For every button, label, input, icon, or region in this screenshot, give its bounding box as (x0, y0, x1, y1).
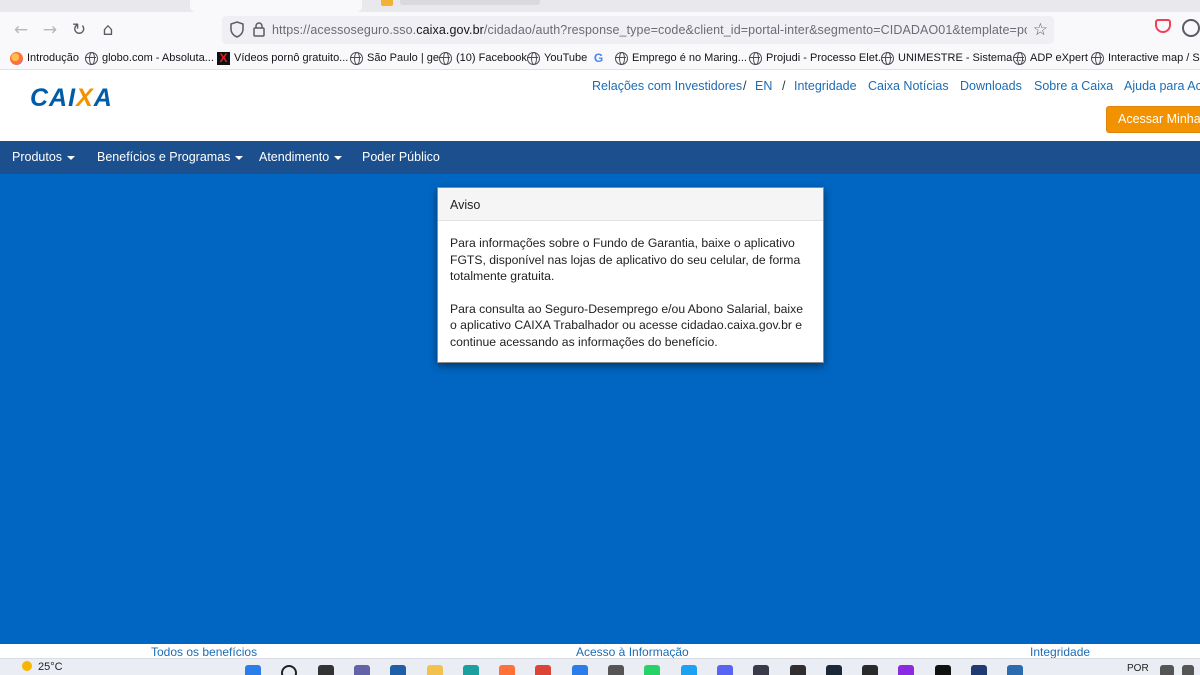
caixa-logo[interactable]: CAIXA (30, 84, 113, 113)
link-downloads[interactable]: Downloads (960, 79, 1022, 93)
globe-icon (85, 51, 98, 65)
tracking-shield-icon[interactable] (230, 21, 244, 38)
bookmark-item[interactable]: G (592, 50, 609, 66)
globe-icon (1091, 51, 1104, 65)
file-explorer-icon[interactable] (427, 665, 443, 675)
menu-produtos[interactable]: Produtos (12, 150, 76, 164)
site-footer: Todos os benefícios Acesso à Informação … (0, 644, 1200, 658)
link-caixa-noticias[interactable]: Caixa Notícias (868, 79, 949, 93)
settings-icon[interactable] (608, 665, 624, 675)
bookmark-item[interactable]: globo.com - Absoluta... (85, 50, 214, 66)
globe-icon (439, 51, 452, 65)
bookmark-item[interactable]: X Vídeos pornô gratuito... (217, 50, 348, 66)
search-icon[interactable] (281, 665, 297, 675)
active-tab[interactable] (190, 0, 362, 12)
bookmark-item[interactable]: UNIMESTRE - Sistema ... (881, 50, 1025, 66)
menu-atendimento[interactable]: Atendimento (259, 150, 343, 164)
teams-icon[interactable] (354, 665, 370, 675)
globe-icon (615, 51, 628, 65)
tab-strip (0, 0, 1200, 12)
address-bar[interactable]: https://acessoseguro.sso.caixa.gov.br/ci… (222, 16, 1054, 44)
footer-link-beneficios[interactable]: Todos os benefícios (151, 645, 257, 658)
steam-icon[interactable] (826, 665, 842, 675)
windows-start-icon[interactable] (245, 665, 261, 675)
firefox-icon[interactable] (499, 665, 515, 675)
dialog-paragraph-fgts: Para informações sobre o Fundo de Garant… (450, 236, 801, 283)
reload-icon[interactable]: ↻ (68, 19, 90, 41)
link-separator: / (743, 79, 747, 93)
url-text[interactable]: https://acessoseguro.sso.caixa.gov.br/ci… (272, 23, 1027, 37)
main-menu: Produtos Benefícios e Programas Atendime… (0, 141, 1200, 174)
site-header: CAIXA Relações com Investidores / EN / I… (0, 70, 1200, 141)
bookmark-item[interactable]: ADP eXpert (1013, 50, 1088, 66)
tab-favicon-icon (381, 0, 393, 6)
store-icon[interactable] (572, 665, 588, 675)
globe-icon (881, 51, 894, 65)
sun-icon (22, 661, 32, 671)
app-icon[interactable] (753, 665, 769, 675)
menu-beneficios[interactable]: Benefícios e Programas (97, 150, 244, 164)
link-investidores[interactable]: Relações com Investidores (592, 79, 742, 93)
globe-icon (749, 51, 762, 65)
circle-app-icon[interactable] (898, 665, 914, 675)
account-icon[interactable] (1182, 19, 1200, 37)
dialog-title: Aviso (438, 188, 823, 221)
bug-icon[interactable] (1007, 665, 1023, 675)
link-en[interactable]: EN (755, 79, 772, 93)
volume-icon[interactable] (1182, 665, 1194, 675)
dialog-paragraph-seguro: Para consulta ao Seguro-Desemprego e/ou … (450, 301, 803, 349)
network-icon[interactable] (1160, 665, 1174, 675)
browser-toolbar: ← → ↻ ⌂ https://acessoseguro.sso.caixa.g… (0, 12, 1200, 46)
language-indicator[interactable]: POR (1127, 663, 1149, 674)
whatsapp-icon[interactable] (644, 665, 660, 675)
bookmark-item[interactable]: Projudi - Processo Elet... (749, 50, 887, 66)
bookmark-item[interactable]: Interactive map / Sav (1091, 50, 1200, 66)
firefox-icon (10, 51, 23, 65)
bookmark-item[interactable]: (10) Facebook (439, 50, 527, 66)
notice-dialog: Aviso Para informações sobre o Fundo de … (437, 187, 824, 363)
back-arrow-icon[interactable]: ← (10, 19, 32, 41)
task-view-icon[interactable] (318, 665, 334, 675)
google-icon: G (593, 50, 604, 65)
twitter-icon[interactable] (681, 665, 697, 675)
discord-icon[interactable] (717, 665, 733, 675)
link-separator: / (782, 79, 786, 93)
epic-games-icon[interactable] (862, 665, 878, 675)
mail-icon[interactable] (390, 665, 406, 675)
inactive-tab[interactable] (400, 0, 540, 5)
bookmark-item[interactable]: São Paulo | ge (350, 50, 439, 66)
globe-icon (527, 51, 540, 65)
menu-poder-publico[interactable]: Poder Público (362, 150, 440, 164)
bookmark-star-icon[interactable]: ☆ (1033, 20, 1048, 40)
bookmarks-bar: Introdução globo.com - Absoluta... X Víde… (0, 46, 1200, 70)
pocket-icon[interactable] (1155, 19, 1171, 33)
obs-icon[interactable] (790, 665, 806, 675)
dialog-body: Para informações sobre o Fundo de Garant… (438, 221, 823, 350)
forward-arrow-icon[interactable]: → (39, 19, 61, 41)
bookmark-item[interactable]: Introdução (10, 50, 79, 66)
footer-link-acesso-informacao[interactable]: Acesso à Informação (576, 645, 689, 658)
edge-icon[interactable] (463, 665, 479, 675)
link-integridade[interactable]: Integridade (794, 79, 857, 93)
lock-icon[interactable] (252, 21, 266, 38)
caret-down-icon (334, 155, 343, 160)
access-account-button[interactable]: Acessar Minha c (1106, 106, 1200, 133)
link-ajuda[interactable]: Ajuda para Ace (1124, 79, 1200, 93)
link-sobre-caixa[interactable]: Sobre a Caixa (1034, 79, 1113, 93)
games-icon[interactable] (935, 665, 951, 675)
x-icon: X (217, 51, 230, 65)
bookmark-item[interactable]: Emprego é no Maring... (615, 50, 747, 66)
globe-icon (350, 51, 363, 65)
tp-icon[interactable] (971, 665, 987, 675)
windows-taskbar: 25°C POR (0, 658, 1200, 675)
footer-link-integridade[interactable]: Integridade (1030, 645, 1090, 658)
caret-down-icon (235, 155, 244, 160)
weather-widget[interactable]: 25°C (22, 661, 63, 673)
bookmark-item[interactable]: YouTube (527, 50, 587, 66)
globe-icon (1013, 51, 1026, 65)
caret-down-icon (67, 155, 76, 160)
chrome-icon[interactable] (535, 665, 551, 675)
home-icon[interactable]: ⌂ (97, 19, 119, 41)
